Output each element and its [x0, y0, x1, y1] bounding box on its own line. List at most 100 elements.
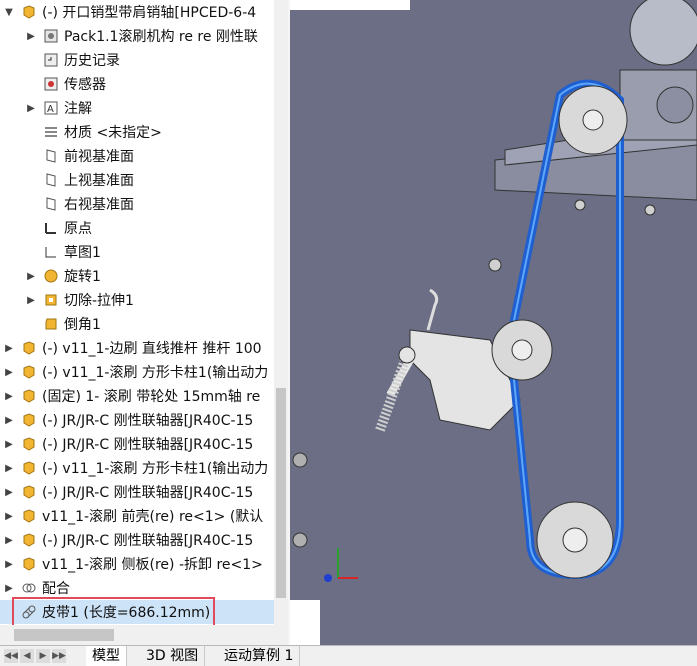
part-icon [20, 555, 38, 573]
tree-item-label: 材质 <未指定> [64, 125, 162, 141]
tree-item-label: 原点 [64, 221, 92, 237]
tree-item-label: 上视基准面 [64, 173, 134, 189]
tree-item[interactable]: ▶ v11_1-滚刷 前壳(re) re<1> (默认 [0, 504, 274, 528]
feature-tree-panel: ▼ (-) 开口销型带肩销轴[HPCED-6-4 ▶ Pack1.1滚刷机构 re r… [0, 0, 274, 625]
tab-nav-button[interactable]: ◀◀ [4, 649, 18, 663]
part-icon [20, 363, 38, 381]
tree-item[interactable]: ▼ (-) 开口销型带肩销轴[HPCED-6-4 [0, 0, 274, 24]
tree-expander[interactable]: ▶ [26, 31, 36, 42]
part-icon [20, 459, 38, 477]
tree-item[interactable]: 材质 <未指定> [0, 120, 274, 144]
feature-tree-vertical-scrollbar[interactable] [274, 0, 288, 625]
tree-item[interactable]: ▶ (-) JR/JR-C 刚性联轴器[JR40C-15 [0, 408, 274, 432]
tree-expander[interactable]: ▶ [4, 511, 14, 522]
tree-item-label: (-) JR/JR-C 刚性联轴器[JR40C-15 [42, 413, 254, 429]
tree-item-label: (-) JR/JR-C 刚性联轴器[JR40C-15 [42, 437, 254, 453]
tree-expander[interactable]: ▶ [26, 295, 36, 306]
idler-pulley-hub [511, 339, 533, 361]
tree-item[interactable]: 传感器 [0, 72, 274, 96]
tree-item[interactable]: 原点 [0, 216, 274, 240]
tree-item-label: 注解 [64, 101, 92, 117]
tree-item-label: (-) 开口销型带肩销轴[HPCED-6-4 [42, 5, 257, 21]
tree-expander[interactable]: ▶ [4, 439, 14, 450]
tree-item[interactable]: ▶ (固定) 1- 滚刷 带轮处 15mm轴 re [0, 384, 274, 408]
tree-item[interactable]: ▶ 旋转1 [0, 264, 274, 288]
part-icon [20, 339, 38, 357]
triad-z-axis [324, 574, 332, 582]
tree-item-label: (固定) 1- 滚刷 带轮处 15mm轴 re [42, 389, 261, 405]
hole [292, 452, 308, 468]
tree-item-label: 前视基准面 [64, 149, 134, 165]
origin-icon [42, 219, 60, 237]
tree-expander[interactable]: ▼ [4, 7, 14, 18]
tree-expander[interactable]: ▶ [26, 103, 36, 114]
mates-icon [20, 579, 38, 597]
tree-expander[interactable]: ▶ [26, 271, 36, 282]
plate-top-gap [290, 0, 410, 10]
tree-expander[interactable]: ▶ [4, 487, 14, 498]
horizontal-scroll-thumb[interactable] [14, 629, 114, 641]
tree-item-label: 切除-拉伸1 [64, 293, 134, 309]
sketch-icon [42, 243, 60, 261]
revolve-icon [42, 267, 60, 285]
hole [292, 532, 308, 548]
model-view-svg [290, 0, 697, 645]
tree-item[interactable]: 前视基准面 [0, 144, 274, 168]
tree-item-label: 传感器 [64, 77, 106, 93]
tree-item-label: 草图1 [64, 245, 101, 261]
bottom-tab[interactable]: 模型 [86, 646, 127, 666]
tree-expander[interactable]: ▶ [4, 367, 14, 378]
tree-item[interactable]: ▶ A 注解 [0, 96, 274, 120]
graphics-viewport[interactable] [290, 0, 697, 645]
tree-expander[interactable]: ▶ [4, 415, 14, 426]
tree-item[interactable]: ▶ Pack1.1滚刷机构 re re 刚性联 [0, 24, 274, 48]
tree-item-label: 配合 [42, 581, 70, 597]
tree-item[interactable]: ▶ (-) v11_1-滚刷 方形卡柱1(输出动力 [0, 456, 274, 480]
part-icon [20, 483, 38, 501]
motor-end [629, 0, 697, 66]
tree-item[interactable]: 右视基准面 [0, 192, 274, 216]
bottom-tab[interactable]: 3D 视图 [140, 646, 206, 666]
tree-item[interactable]: ▶ (-) v11_1-滚刷 方形卡柱1(输出动力 [0, 360, 274, 384]
history-icon [42, 51, 60, 69]
tree-item-label: (-) v11_1-滚刷 方形卡柱1(输出动力 [42, 461, 269, 477]
bottom-tab-bar: ◀◀ ◀ ▶ ▶▶ 模型 3D 视图 运动算例 1 [0, 645, 697, 666]
tree-item[interactable]: 倒角1 [0, 312, 274, 336]
tree-item[interactable]: 历史记录 [0, 48, 274, 72]
tree-item[interactable]: ▶ 切除-拉伸1 [0, 288, 274, 312]
bottom-pulley-hub [562, 527, 588, 553]
tree-item[interactable]: ▶ v11_1-滚刷 侧板(re) -拆卸 re<1> [0, 552, 274, 576]
tree-item[interactable]: 草图1 [0, 240, 274, 264]
hole [574, 199, 586, 211]
tree-item-label: 旋转1 [64, 269, 101, 285]
tree-item[interactable]: 上视基准面 [0, 168, 274, 192]
feature-tree-horizontal-scrollbar[interactable] [0, 625, 288, 645]
vertical-scroll-thumb[interactable] [276, 388, 286, 598]
tree-expander[interactable]: ▶ [4, 391, 14, 402]
tree-item[interactable]: ▶ (-) JR/JR-C 刚性联轴器[JR40C-15 [0, 480, 274, 504]
annotation-icon: A [42, 99, 60, 117]
tree-item[interactable]: ▶ (-) JR/JR-C 刚性联轴器[JR40C-15 [0, 528, 274, 552]
part-icon [20, 507, 38, 525]
tab-nav-button[interactable]: ◀ [20, 649, 34, 663]
coupling-disc [656, 86, 694, 124]
tree-expander[interactable]: ▶ [4, 559, 14, 570]
plane-icon [42, 147, 60, 165]
tree-expander[interactable]: ▶ [4, 583, 14, 594]
tree-expander[interactable]: ▶ [4, 343, 14, 354]
tree-item-label: 右视基准面 [64, 197, 134, 213]
tree-item-label: Pack1.1滚刷机构 re re 刚性联 [64, 29, 258, 45]
chamfer-icon [42, 315, 60, 333]
tab-nav-button[interactable]: ▶ [36, 649, 50, 663]
top-pulley-hub [582, 109, 604, 131]
tree-expander[interactable]: ▶ [4, 463, 14, 474]
tree-expander[interactable]: ▶ [4, 535, 14, 546]
tab-nav-button[interactable]: ▶▶ [52, 649, 66, 663]
plane-icon [42, 171, 60, 189]
tree-item[interactable]: ▶ (-) JR/JR-C 刚性联轴器[JR40C-15 [0, 432, 274, 456]
pack-icon [42, 27, 60, 45]
tree-item[interactable]: ▶ (-) v11_1-边刷 直线推杆 推杆 100 [0, 336, 274, 360]
hole [488, 258, 502, 272]
part-icon [20, 411, 38, 429]
bottom-tab[interactable]: 运动算例 1 [218, 646, 301, 666]
